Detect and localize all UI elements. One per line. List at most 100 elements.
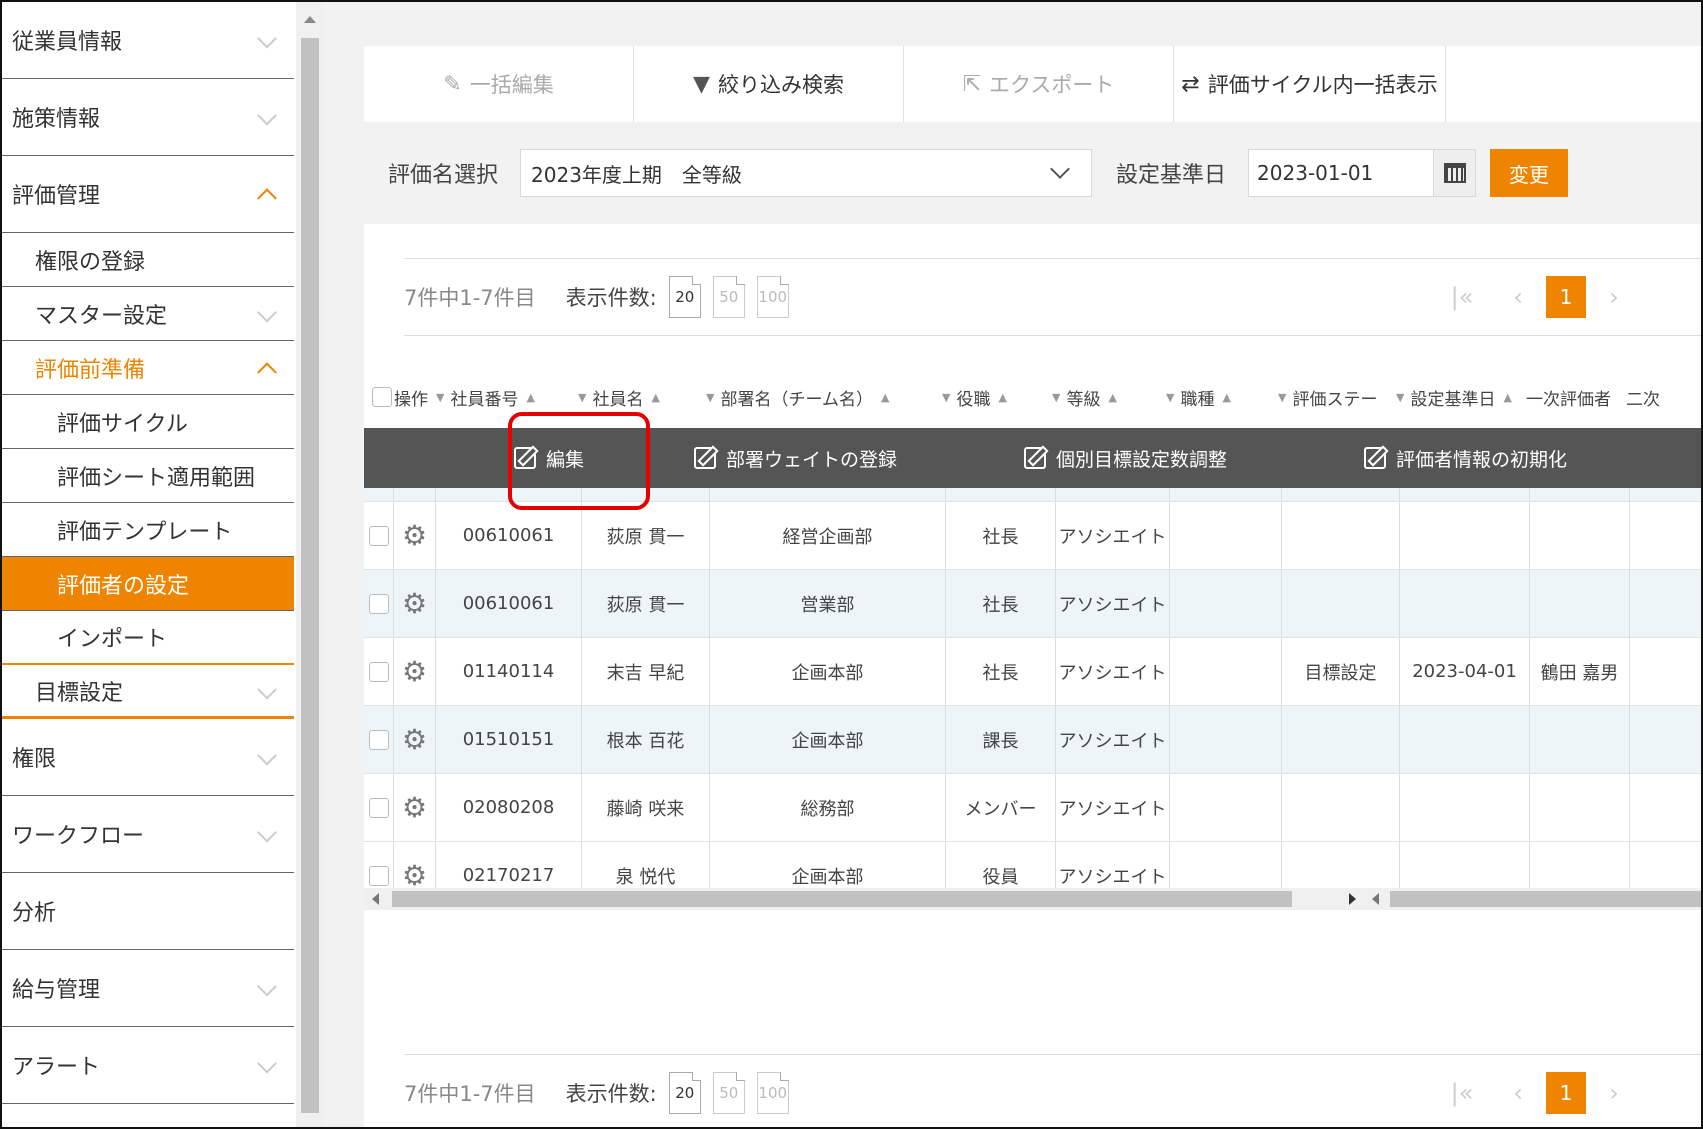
- row-checkbox[interactable]: [368, 525, 389, 546]
- cell-eval2: [1630, 774, 1701, 841]
- nav-label: 評価サイクル: [57, 411, 188, 437]
- export-button[interactable]: ⇱ エクスポート: [904, 46, 1174, 122]
- nav-evaluator-settings[interactable]: 評価者の設定: [2, 557, 294, 611]
- nav-evaluation-template[interactable]: 評価テンプレート: [2, 503, 294, 557]
- current-page[interactable]: 1: [1546, 1072, 1586, 1114]
- table-row[interactable]: ⚙ 00610061 荻原 貫一 経営企画部 社長 アソシエイト: [364, 502, 1701, 570]
- page-size-20[interactable]: 20: [668, 276, 701, 318]
- scrollbar-thumb[interactable]: [392, 891, 1292, 907]
- col-eval1[interactable]: 一次評価者: [1526, 374, 1626, 420]
- nav-measures-info[interactable]: 施策情報: [2, 79, 294, 156]
- page-size-label: 表示件数:: [565, 1082, 657, 1106]
- filter-search-label: 絞り込み検索: [717, 73, 844, 97]
- current-page[interactable]: 1: [1546, 276, 1586, 318]
- col-base-date[interactable]: ▼ 設定基準日 ▲: [1396, 374, 1526, 420]
- page-size-100[interactable]: 100: [756, 276, 789, 318]
- scroll-right-arrow-icon[interactable]: [1349, 893, 1356, 905]
- table-row[interactable]: ⚙ 02080208 藤崎 咲来 総務部 メンバー アソシエイト: [364, 774, 1701, 842]
- scroll-left-arrow-icon[interactable]: [372, 893, 379, 905]
- table-row[interactable]: ⚙ 01510151 根本 百花 企画本部 課長 アソシエイト: [364, 706, 1701, 774]
- dept-weight-action[interactable]: 部署ウェイトの登録: [694, 428, 897, 488]
- row-checkbox[interactable]: [368, 729, 389, 750]
- page-size-100[interactable]: 100: [756, 1072, 789, 1114]
- col-position[interactable]: ▼ 役職 ▲: [942, 374, 1052, 420]
- page-size-50[interactable]: 50: [712, 276, 745, 318]
- first-page-icon[interactable]: |«: [1434, 1079, 1490, 1107]
- filter-icon: ▼: [693, 71, 710, 97]
- eval-name-select[interactable]: 2023年度上期 全等級: [520, 149, 1093, 197]
- bulk-edit-button[interactable]: ✎ 一括編集: [364, 46, 634, 122]
- nav-label: 権限の登録: [35, 249, 146, 275]
- nav-payroll[interactable]: 給与管理: [2, 950, 294, 1027]
- col-label: 等級: [1066, 389, 1101, 410]
- pager-bottom: 7件中1-7件目 表示件数: 20 50 100 |« ‹ 1 ›: [404, 1054, 1701, 1127]
- nav-import[interactable]: インポート: [2, 611, 294, 665]
- nav-goal-setting[interactable]: 目標設定: [2, 665, 294, 719]
- col-label: 社員番号: [450, 389, 519, 410]
- gear-icon[interactable]: ⚙: [402, 723, 427, 756]
- cell-emp-name: 荻原 貫一: [582, 570, 710, 637]
- nav-evaluation-cycle[interactable]: 評価サイクル: [2, 395, 294, 449]
- nav-master-settings[interactable]: マスター設定: [2, 287, 294, 341]
- page-size-50[interactable]: 50: [712, 1072, 745, 1114]
- scrollbar-right-pane[interactable]: [1364, 888, 1701, 910]
- col-eval2[interactable]: 二次: [1626, 374, 1666, 420]
- scrollbar-left-pane[interactable]: [364, 888, 1364, 910]
- select-all-checkbox[interactable]: [372, 387, 392, 407]
- gear-icon[interactable]: ⚙: [402, 791, 427, 824]
- cell-base-date: 2023-04-01: [1400, 638, 1530, 705]
- results-panel: 7件中1-7件目 表示件数: 20 50 100 |« ‹ 1 › 操作 ▼ 社員…: [364, 224, 1701, 1127]
- nav-evaluation-management[interactable]: 評価管理: [2, 156, 294, 233]
- scroll-up-arrow-icon[interactable]: [304, 16, 316, 23]
- cycle-bulk-view-label: 評価サイクル内一括表示: [1207, 73, 1438, 97]
- prev-page-icon[interactable]: ‹: [1490, 283, 1546, 311]
- nav-analysis[interactable]: 分析: [2, 873, 294, 950]
- edit-icon: [694, 447, 716, 469]
- page-size-20[interactable]: 20: [668, 1072, 701, 1114]
- nav-alert[interactable]: アラート: [2, 1027, 294, 1104]
- change-button[interactable]: 変更: [1490, 149, 1569, 197]
- scroll-left-arrow-icon[interactable]: [1372, 893, 1379, 905]
- filter-search-button[interactable]: ▼ 絞り込み検索: [634, 46, 904, 122]
- col-job[interactable]: ▼ 職種 ▲: [1166, 374, 1278, 420]
- col-label: 評価ステー: [1292, 389, 1378, 410]
- gear-icon[interactable]: ⚙: [402, 655, 427, 688]
- horizontal-scrollbar[interactable]: [364, 888, 1701, 918]
- col-status[interactable]: ▼ 評価ステー: [1278, 374, 1396, 420]
- row-checkbox[interactable]: [368, 865, 389, 886]
- nav-pre-evaluation[interactable]: 評価前準備: [2, 341, 294, 395]
- nav-permission-registration[interactable]: 権限の登録: [2, 233, 294, 287]
- reset-evaluator-action[interactable]: 評価者情報の初期化: [1364, 428, 1567, 488]
- row-checkbox[interactable]: [368, 661, 389, 682]
- base-date-input[interactable]: 2023-01-01: [1248, 149, 1435, 197]
- dept-weight-action-label: 部署ウェイトの登録: [726, 448, 898, 471]
- scrollbar-thumb[interactable]: [301, 38, 319, 1113]
- next-page-icon[interactable]: ›: [1586, 1079, 1642, 1107]
- sort-up-icon: ▲: [651, 390, 660, 404]
- col-grade[interactable]: ▼ 等級 ▲: [1052, 374, 1166, 420]
- cell-eval2: [1630, 638, 1701, 705]
- first-page-icon[interactable]: |«: [1434, 283, 1490, 311]
- nav-workflow[interactable]: ワークフロー: [2, 796, 294, 873]
- nav-sheet-scope[interactable]: 評価シート適用範囲: [2, 449, 294, 503]
- row-checkbox[interactable]: [368, 593, 389, 614]
- prev-page-icon[interactable]: ‹: [1490, 1079, 1546, 1107]
- nav-label: インポート: [57, 627, 168, 652]
- scrollbar-thumb[interactable]: [1390, 891, 1701, 907]
- table-row[interactable]: ⚙ 00610061 荻原 貫一 営業部 社長 アソシエイト: [364, 570, 1701, 638]
- next-page-icon[interactable]: ›: [1586, 283, 1642, 311]
- calendar-button[interactable]: [1434, 149, 1477, 197]
- cycle-bulk-view-button[interactable]: ⇄ 評価サイクル内一括表示: [1174, 46, 1446, 122]
- goal-count-action[interactable]: 個別目標設定数調整: [1024, 428, 1227, 488]
- nav-permissions[interactable]: 権限: [2, 719, 294, 796]
- row-checkbox[interactable]: [368, 797, 389, 818]
- col-dept[interactable]: ▼ 部署名（チーム名） ▲: [706, 374, 942, 420]
- sort-down-icon: ▼: [1278, 390, 1287, 404]
- sidebar-scrollbar[interactable]: [296, 2, 324, 1127]
- cell-grade: アソシエイト: [1056, 774, 1170, 841]
- nav-employee-info[interactable]: 従業員情報: [2, 2, 294, 79]
- table-row[interactable]: ⚙ 01140114 末吉 早紀 企画本部 社長 アソシエイト 目標設定 202…: [364, 638, 1701, 706]
- gear-icon[interactable]: ⚙: [402, 519, 427, 552]
- nav-label: ワークフロー: [12, 824, 145, 849]
- gear-icon[interactable]: ⚙: [402, 587, 427, 620]
